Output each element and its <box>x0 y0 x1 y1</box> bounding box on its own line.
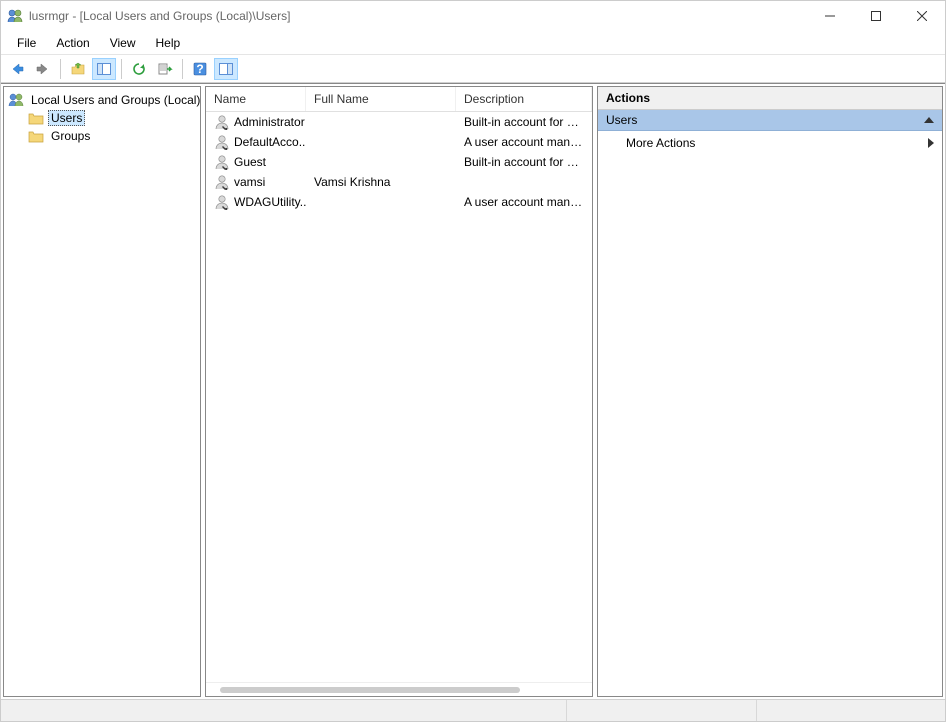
horizontal-scrollbar[interactable] <box>206 682 592 696</box>
user-description: A user account managed and used by the s… <box>456 194 592 210</box>
user-icon <box>214 134 230 150</box>
user-row[interactable]: vamsi Vamsi Krishna <box>206 172 592 192</box>
maximize-button[interactable] <box>853 1 899 31</box>
submenu-arrow-icon <box>928 138 934 148</box>
status-cell <box>566 700 755 721</box>
toolbar-separator <box>121 59 122 79</box>
collapse-icon <box>924 117 934 123</box>
tree-users-label: Users <box>48 110 85 126</box>
minimize-button[interactable] <box>807 1 853 31</box>
user-name: DefaultAcco... <box>234 135 306 149</box>
main-content: Local Users and Groups (Local) Users Gro… <box>1 83 945 699</box>
actions-more-actions[interactable]: More Actions <box>598 131 942 155</box>
user-icon <box>214 114 230 130</box>
menu-help[interactable]: Help <box>146 33 191 53</box>
close-button[interactable] <box>899 1 945 31</box>
column-header-name[interactable]: Name <box>206 87 306 111</box>
svg-text:?: ? <box>196 62 203 76</box>
user-description <box>456 181 592 183</box>
list-header: Name Full Name Description <box>206 87 592 112</box>
snapin-icon <box>8 92 24 108</box>
user-name: WDAGUtility... <box>234 195 306 209</box>
tree-groups-label: Groups <box>48 128 93 144</box>
user-name: vamsi <box>234 175 265 189</box>
tree-pane: Local Users and Groups (Local) Users Gro… <box>3 86 201 697</box>
user-row[interactable]: Administrator Built-in account for admini… <box>206 112 592 132</box>
user-description: A user account managed by the system. <box>456 134 592 150</box>
column-header-fullname[interactable]: Full Name <box>306 87 456 111</box>
user-fullname <box>306 121 456 123</box>
tree-root-node[interactable]: Local Users and Groups (Local) <box>6 91 198 109</box>
tree-root-label: Local Users and Groups (Local) <box>28 92 200 108</box>
user-fullname <box>306 141 456 143</box>
user-row[interactable]: DefaultAcco... A user account managed by … <box>206 132 592 152</box>
toolbar-separator <box>182 59 183 79</box>
actions-pane: Actions Users More Actions <box>597 86 943 697</box>
menu-file[interactable]: File <box>7 33 46 53</box>
show-hide-tree-button[interactable] <box>92 58 116 80</box>
status-cell <box>1 700 566 721</box>
column-header-description[interactable]: Description <box>456 87 592 111</box>
tree-node-users[interactable]: Users <box>26 109 198 127</box>
refresh-button[interactable] <box>127 58 151 80</box>
user-icon <box>214 154 230 170</box>
actions-section-label: Users <box>606 113 637 127</box>
export-list-button[interactable] <box>153 58 177 80</box>
user-icon <box>214 174 230 190</box>
user-name: Guest <box>234 155 266 169</box>
toolbar-separator <box>60 59 61 79</box>
user-description: Built-in account for guest access to the… <box>456 154 592 170</box>
show-hide-action-pane-button[interactable] <box>214 58 238 80</box>
user-fullname: Vamsi Krishna <box>306 174 456 190</box>
app-icon <box>7 8 23 24</box>
back-button[interactable] <box>5 58 29 80</box>
menu-view[interactable]: View <box>100 33 146 53</box>
actions-header: Actions <box>598 87 942 110</box>
user-fullname <box>306 161 456 163</box>
tree-node-groups[interactable]: Groups <box>26 127 198 145</box>
list-pane: Name Full Name Description Administrator… <box>205 86 593 697</box>
user-fullname <box>306 201 456 203</box>
menu-bar: File Action View Help <box>1 31 945 55</box>
toolbar: ? <box>1 55 945 83</box>
user-description: Built-in account for administering the c… <box>456 114 592 130</box>
title-bar: lusrmgr - [Local Users and Groups (Local… <box>1 1 945 31</box>
menu-action[interactable]: Action <box>46 33 99 53</box>
actions-section-users[interactable]: Users <box>598 110 942 131</box>
window-controls <box>807 1 945 31</box>
user-name: Administrator <box>234 115 305 129</box>
status-bar <box>1 699 945 721</box>
console-tree[interactable]: Local Users and Groups (Local) Users Gro… <box>4 87 200 149</box>
folder-icon <box>28 111 44 125</box>
status-cell <box>756 700 945 721</box>
user-icon <box>214 194 230 210</box>
user-row[interactable]: WDAGUtility... A user account managed and… <box>206 192 592 212</box>
folder-icon <box>28 129 44 143</box>
help-button[interactable]: ? <box>188 58 212 80</box>
user-row[interactable]: Guest Built-in account for guest access t… <box>206 152 592 172</box>
list-body: Administrator Built-in account for admini… <box>206 112 592 682</box>
forward-button[interactable] <box>31 58 55 80</box>
window-title: lusrmgr - [Local Users and Groups (Local… <box>29 9 807 23</box>
up-button[interactable] <box>66 58 90 80</box>
actions-more-label: More Actions <box>626 136 695 150</box>
